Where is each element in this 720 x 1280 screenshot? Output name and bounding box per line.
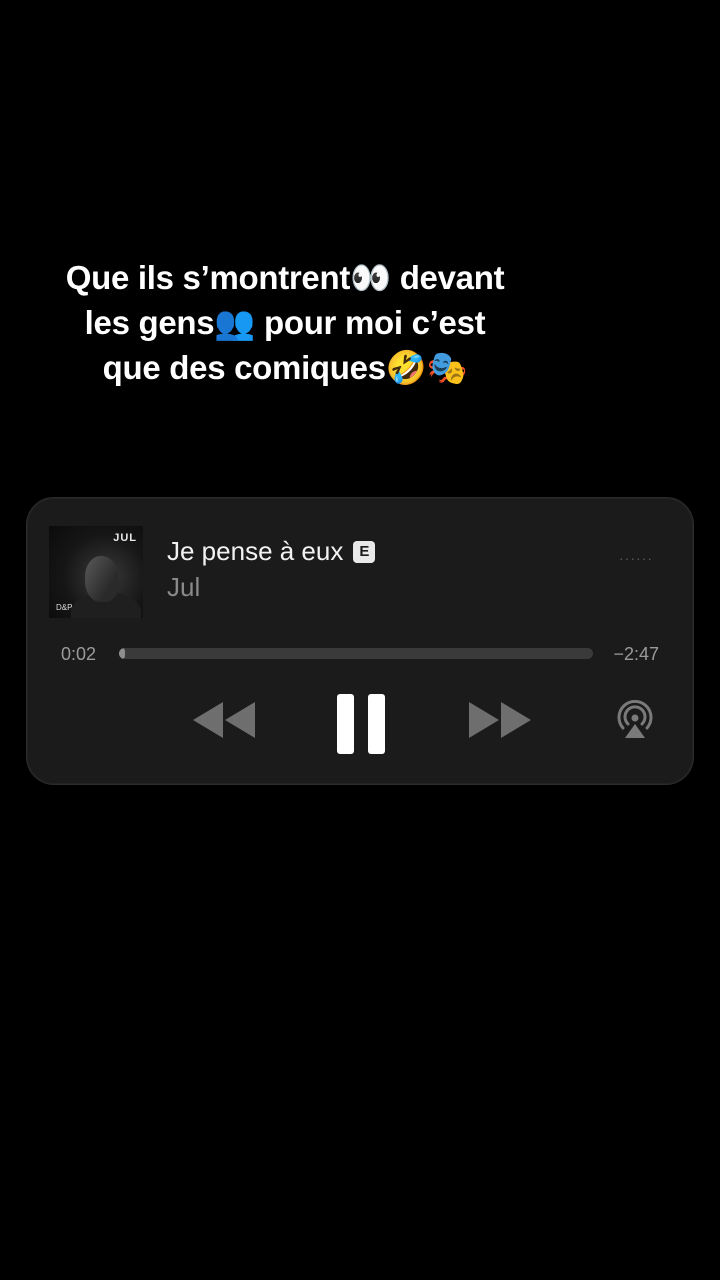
track-artist[interactable]: Jul (167, 572, 200, 603)
fast-forward-button[interactable] (467, 700, 533, 740)
track-title: Je pense à eux (167, 536, 344, 566)
progress-scrubber[interactable] (119, 648, 593, 659)
album-art-figure-head (85, 556, 119, 602)
airplay-button[interactable] (615, 700, 655, 740)
progress-fill (119, 648, 125, 659)
caption-line-3: que des comiques🤣🎭 (102, 349, 468, 386)
rewind-icon (193, 702, 255, 738)
album-art-artist-mark: JUL (113, 532, 137, 544)
pause-button[interactable] (335, 692, 387, 756)
fast-forward-icon (469, 702, 531, 738)
caption-line-2: les gens👥 pour moi c’est (84, 304, 486, 341)
caption-line-1: Que ils s’montrent👀 devant (65, 259, 505, 296)
album-art[interactable]: JUL D&P (49, 526, 143, 618)
explicit-badge: E (353, 540, 376, 563)
time-remaining: −2:47 (613, 644, 659, 664)
airplay-icon (617, 700, 653, 738)
rewind-button[interactable] (191, 700, 257, 740)
playback-controls (27, 688, 693, 758)
caption-text: Que ils s’montrent👀 devant les gens👥 pou… (20, 255, 550, 390)
track-title-row[interactable]: Je pense à eux E (167, 536, 376, 567)
pause-icon (337, 694, 385, 754)
now-playing-card: JUL D&P Je pense à eux E Jul ······ 0:02… (26, 497, 694, 785)
time-elapsed: 0:02 (61, 644, 97, 664)
album-art-label-icon: D&P (56, 603, 73, 612)
more-options-icon[interactable]: ······ (619, 550, 653, 566)
